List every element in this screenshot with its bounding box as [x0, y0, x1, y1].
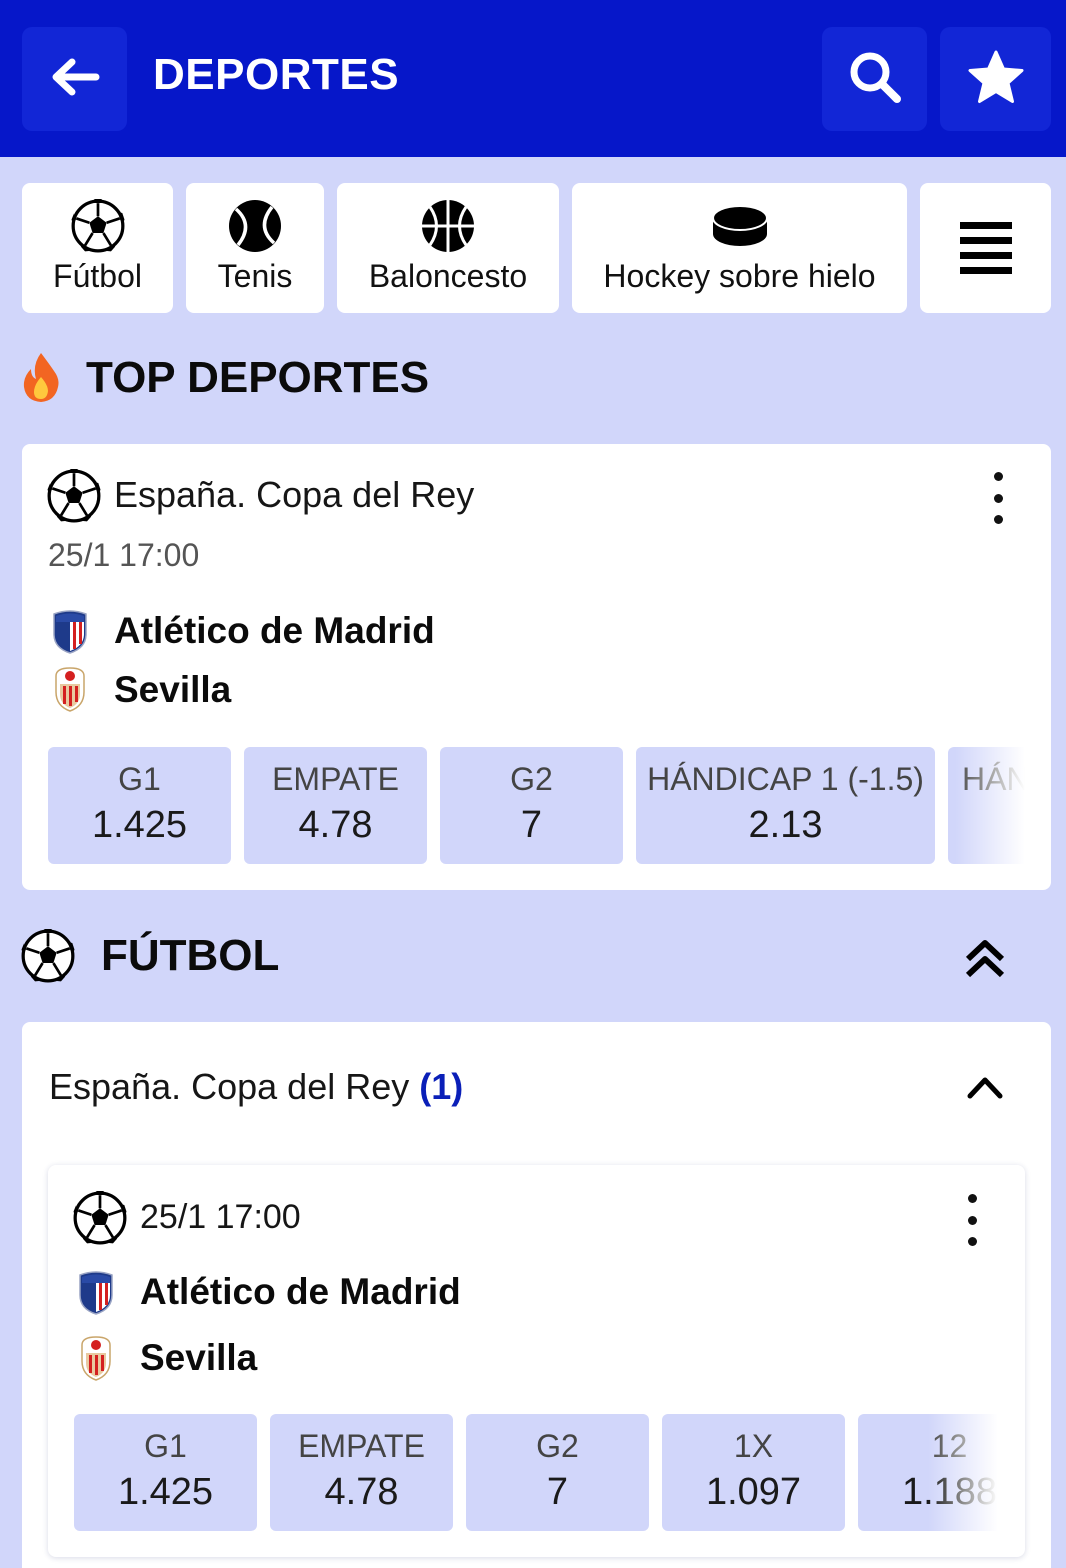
- odd-label: 12: [931, 1428, 968, 1464]
- odd-label: EMPATE: [272, 761, 399, 797]
- section-title-top: TOP DEPORTES: [86, 353, 430, 402]
- arrow-left-icon: [50, 57, 100, 102]
- sport-tab-label: Baloncesto: [368, 258, 528, 294]
- odd-value: 7: [520, 804, 543, 846]
- odd-value: 1.425: [117, 1471, 214, 1513]
- odd-button[interactable]: HÁNDICAP 1 (-1.5) 2.13: [636, 747, 935, 864]
- team-2-name: Sevilla: [140, 1337, 258, 1378]
- odd-label: G2: [536, 1428, 579, 1464]
- sport-tab-futbol[interactable]: Fútbol: [22, 183, 173, 313]
- odd-value: 1.425: [91, 804, 188, 846]
- odd-label: HÁNDICAP 1 (-1.5): [647, 761, 924, 797]
- team-2-name: Sevilla: [114, 669, 232, 710]
- collapse-all-chevrons-icon[interactable]: [962, 935, 1008, 981]
- search-icon: [847, 49, 903, 110]
- top-match-card[interactable]: España. Copa del Rey 25/1 17:00 Atlético…: [22, 444, 1051, 890]
- league-match-count: (1): [419, 1066, 464, 1107]
- match-card[interactable]: 25/1 17:00 Atlético de Madrid Sevilla G1…: [48, 1165, 1025, 1557]
- more-options-icon[interactable]: [983, 468, 1013, 528]
- more-options-icon[interactable]: [957, 1190, 987, 1250]
- league-header[interactable]: España. Copa del Rey (1): [49, 1066, 463, 1108]
- odd-button[interactable]: 1X 1.097: [662, 1414, 845, 1531]
- odd-label: HÁN: [962, 761, 1025, 797]
- team-1-name: Atlético de Madrid: [114, 610, 435, 651]
- soccer-ball-icon: [21, 929, 75, 988]
- odd-label: G1: [118, 761, 161, 797]
- team-crest-atletico: [76, 1269, 116, 1315]
- odds-row: G1 1.425 EMPATE 4.78 G2 7 HÁNDICAP 1 (-1…: [48, 747, 1025, 864]
- odd-label: EMPATE: [298, 1428, 425, 1464]
- team-1-name: Atlético de Madrid: [140, 1271, 461, 1312]
- odd-button[interactable]: HÁN: [948, 747, 1025, 864]
- league-name: España. Copa del Rey: [49, 1066, 410, 1107]
- favorites-button[interactable]: [940, 27, 1051, 131]
- odd-button[interactable]: G2 7: [466, 1414, 649, 1531]
- odd-button[interactable]: G2 7: [440, 747, 623, 864]
- hockey-puck-icon: [711, 198, 768, 254]
- league-group-card: España. Copa del Rey (1) 25/1 17:00 Atlé…: [22, 1022, 1051, 1568]
- section-title-futbol: FÚTBOL: [101, 931, 280, 980]
- odd-label: G1: [144, 1428, 187, 1464]
- sport-tab-label: Fútbol: [53, 258, 142, 294]
- odd-button[interactable]: G1 1.425: [74, 1414, 257, 1531]
- soccer-ball-icon: [73, 1191, 127, 1250]
- odd-button[interactable]: G1 1.425: [48, 747, 231, 864]
- odd-button[interactable]: EMPATE 4.78: [270, 1414, 453, 1531]
- soccer-ball-icon: [47, 469, 101, 528]
- fire-icon: [20, 351, 62, 408]
- odd-value: 2.13: [748, 804, 823, 846]
- odd-value: 1.188: [901, 1471, 998, 1513]
- team-crest-atletico: [50, 608, 90, 654]
- chevron-up-icon[interactable]: [966, 1072, 1004, 1105]
- hamburger-menu-icon: [959, 222, 1012, 274]
- sports-menu-button[interactable]: [920, 183, 1051, 313]
- sport-tab-label: Hockey sobre hielo: [603, 258, 876, 294]
- odd-value: 4.78: [324, 1471, 399, 1513]
- odds-row: G1 1.425 EMPATE 4.78 G2 7 1X 1.097 12 1.…: [74, 1414, 998, 1531]
- team-crest-sevilla: [50, 666, 90, 712]
- sport-tab-label: Tenis: [217, 258, 293, 294]
- odd-button[interactable]: 12 1.188: [858, 1414, 998, 1531]
- soccer-ball-icon: [71, 198, 125, 254]
- odd-value: 4.78: [298, 804, 373, 846]
- back-button[interactable]: [22, 27, 127, 131]
- odd-value: 7: [546, 1471, 569, 1513]
- star-icon: [967, 49, 1025, 110]
- odd-label: G2: [510, 761, 553, 797]
- odd-value: 1.097: [705, 1471, 802, 1513]
- team-crest-sevilla: [76, 1335, 116, 1381]
- tennis-ball-icon: [228, 198, 282, 254]
- search-button[interactable]: [822, 27, 927, 131]
- odd-button[interactable]: EMPATE 4.78: [244, 747, 427, 864]
- basketball-icon: [421, 198, 475, 254]
- sport-tab-baloncesto[interactable]: Baloncesto: [337, 183, 559, 313]
- sport-tab-hockey[interactable]: Hockey sobre hielo: [572, 183, 907, 313]
- odd-label: 1X: [733, 1428, 774, 1464]
- match-league: España. Copa del Rey: [114, 474, 475, 515]
- sport-tab-tenis[interactable]: Tenis: [186, 183, 324, 313]
- top-bar: DEPORTES: [0, 0, 1066, 157]
- match-datetime: 25/1 17:00: [48, 537, 200, 573]
- match-datetime: 25/1 17:00: [140, 1198, 301, 1236]
- page-title: DEPORTES: [153, 50, 400, 99]
